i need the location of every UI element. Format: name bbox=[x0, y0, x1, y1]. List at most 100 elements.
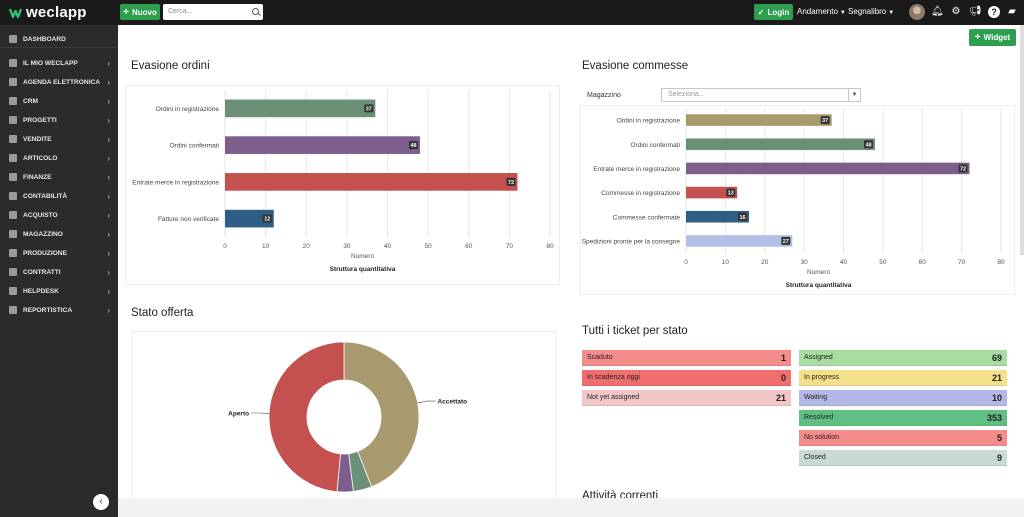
ticket-status-label: Closed bbox=[804, 454, 826, 461]
ticket-status-label: In progress bbox=[804, 374, 840, 381]
chevron-right-icon: › bbox=[107, 153, 110, 163]
x-tick-label: 30 bbox=[801, 259, 809, 266]
search-icon[interactable] bbox=[252, 8, 259, 15]
bar[interactable] bbox=[225, 99, 376, 118]
chart-caption: Struttura quantitativa bbox=[330, 266, 396, 273]
ticket-status-count: 21 bbox=[775, 392, 786, 403]
sidebar-item-progetti[interactable]: PROGETTI › bbox=[0, 111, 118, 129]
sidebar-item-magazzino[interactable]: MAGAZZINO › bbox=[0, 225, 118, 243]
logo-text: weclapp bbox=[26, 3, 87, 21]
x-axis-label: Numero bbox=[807, 269, 831, 276]
category-label: Entrate merce in registrazione bbox=[132, 179, 219, 186]
sidebar-item-reportistica[interactable]: REPORTISTICA › bbox=[0, 301, 118, 319]
ticket-status-count: 353 bbox=[986, 412, 1002, 423]
sidebar-item-label: CONTRATTI bbox=[23, 268, 61, 276]
chevron-right-icon: › bbox=[107, 191, 110, 201]
ticket-status-count: 0 bbox=[780, 372, 786, 383]
chat-icon[interactable]: ▰ bbox=[1006, 6, 1018, 18]
bar[interactable] bbox=[686, 114, 832, 126]
ticket-status-row[interactable]: Closed 9 bbox=[799, 450, 1007, 466]
sales-icon bbox=[9, 135, 17, 143]
ticket-status-row[interactable]: Waiting 10 bbox=[799, 390, 1007, 406]
gear-icon[interactable]: ⚙ bbox=[950, 6, 962, 18]
ticket-status-row[interactable]: Resolved 353 bbox=[799, 410, 1007, 426]
help-icon[interactable]: ? bbox=[988, 6, 1000, 18]
calendar-icon bbox=[9, 78, 17, 86]
slice-label: Accettato bbox=[437, 399, 467, 406]
ticket-status-row[interactable]: Not yet assigned 21 bbox=[582, 390, 791, 406]
user-avatar[interactable] bbox=[909, 4, 925, 20]
slice-label: Aperto bbox=[228, 410, 249, 417]
x-tick-label: 30 bbox=[343, 243, 351, 250]
x-tick-label: 60 bbox=[465, 243, 473, 250]
bar[interactable] bbox=[686, 138, 875, 151]
login-button[interactable]: ✓ Login bbox=[754, 4, 793, 20]
caret-down-icon: ▼ bbox=[888, 10, 895, 16]
x-tick-label: 80 bbox=[546, 243, 554, 250]
menu-andamento[interactable]: Andamento ▼ bbox=[797, 7, 846, 16]
sidebar-item-dashboard[interactable]: DASHBOARD bbox=[0, 30, 118, 48]
ticket-status-count: 69 bbox=[991, 352, 1002, 363]
chevron-right-icon: › bbox=[107, 248, 110, 258]
sidebar-item-label: REPORTISTICA bbox=[23, 306, 73, 314]
projects-icon bbox=[9, 116, 17, 124]
magazzino-select[interactable]: Seleziona... ▼ bbox=[661, 88, 861, 102]
bell-icon[interactable]: 🔔︎ bbox=[931, 6, 944, 18]
sidebar-item-crm[interactable]: CRM › bbox=[0, 92, 118, 110]
megaphone-icon[interactable]: 📢︎ bbox=[969, 6, 982, 18]
weclapp-logo[interactable]: weclapp bbox=[9, 3, 87, 21]
sidebar-item-produzione[interactable]: PRODUZIONE › bbox=[0, 244, 118, 262]
bar[interactable] bbox=[225, 136, 420, 154]
bar[interactable] bbox=[225, 173, 518, 191]
sidebar-item-vendite[interactable]: VENDITE › bbox=[0, 130, 118, 148]
chevron-right-icon: › bbox=[107, 267, 110, 277]
ticket-status-row[interactable]: Scaduto 1 bbox=[582, 350, 791, 366]
ticket-status-row[interactable]: In progress 21 bbox=[799, 370, 1007, 386]
sidebar-item-contratti[interactable]: CONTRATTI › bbox=[0, 263, 118, 281]
sidebar-item-acquisto[interactable]: ACQUISTO › bbox=[0, 206, 118, 224]
search-input[interactable]: Cerca... bbox=[163, 4, 263, 20]
add-widget-button[interactable]: + Widget bbox=[969, 29, 1016, 46]
bar[interactable] bbox=[686, 235, 793, 247]
ticket-status-count: 10 bbox=[991, 392, 1002, 403]
x-tick-label: 70 bbox=[506, 243, 514, 250]
x-tick-label: 10 bbox=[722, 259, 730, 266]
bar[interactable] bbox=[686, 162, 970, 175]
value-label: 27 bbox=[783, 239, 789, 245]
home-icon bbox=[9, 59, 17, 67]
scrollbar[interactable] bbox=[1020, 25, 1024, 255]
bottom-strip bbox=[118, 498, 1024, 517]
ticket-status-row[interactable]: In scadenza oggi 0 bbox=[582, 370, 791, 386]
sidebar-item-articolo[interactable]: ARTICOLO › bbox=[0, 149, 118, 167]
category-label: Fatture non verificate bbox=[158, 216, 219, 223]
ticket-status-count: 5 bbox=[996, 432, 1002, 443]
category-label: Entrate merce in registrazione bbox=[593, 166, 680, 173]
x-tick-label: 0 bbox=[684, 259, 688, 266]
article-icon bbox=[9, 154, 17, 162]
caret-down-icon: ▼ bbox=[839, 10, 846, 16]
chevron-right-icon: › bbox=[107, 286, 110, 296]
menu-segnalibro[interactable]: Segnalibro ▼ bbox=[848, 7, 894, 16]
x-tick-label: 10 bbox=[262, 243, 270, 250]
reports-icon bbox=[9, 306, 17, 314]
sidebar-item-agenda-elettronica[interactable]: AGENDA ELETTRONICA › bbox=[0, 73, 118, 91]
x-tick-label: 20 bbox=[303, 243, 311, 250]
magazzino-label: Magazzino bbox=[587, 92, 621, 99]
sidebar-item-label: ARTICOLO bbox=[23, 154, 58, 162]
sidebar-item-il-mio-weclapp[interactable]: IL MIO WECLAPP › bbox=[0, 54, 118, 72]
x-tick-label: 80 bbox=[997, 259, 1005, 266]
sidebar-divider bbox=[0, 47, 118, 48]
accounting-icon bbox=[9, 192, 17, 200]
chevron-right-icon: › bbox=[107, 96, 110, 106]
sidebar-item-finanze[interactable]: FINANZE › bbox=[0, 168, 118, 186]
collapse-sidebar-button[interactable]: ‹ bbox=[93, 494, 109, 510]
sidebar-item-helpdesk[interactable]: HELPDESK › bbox=[0, 282, 118, 300]
sidebar-item-label: MAGAZZINO bbox=[23, 230, 63, 238]
new-button[interactable]: + Nuovo bbox=[120, 4, 160, 20]
top-bar: weclapp + Nuovo Cerca... ✓ Login Andamen… bbox=[0, 0, 1024, 25]
sidebar-item-label: CONTABILITÀ bbox=[23, 192, 68, 200]
ticket-status-row[interactable]: No solution 5 bbox=[799, 430, 1007, 446]
ticket-status-label: Scaduto bbox=[587, 354, 613, 361]
sidebar-item-contabilità[interactable]: CONTABILITÀ › bbox=[0, 187, 118, 205]
ticket-status-row[interactable]: Assigned 69 bbox=[799, 350, 1007, 366]
